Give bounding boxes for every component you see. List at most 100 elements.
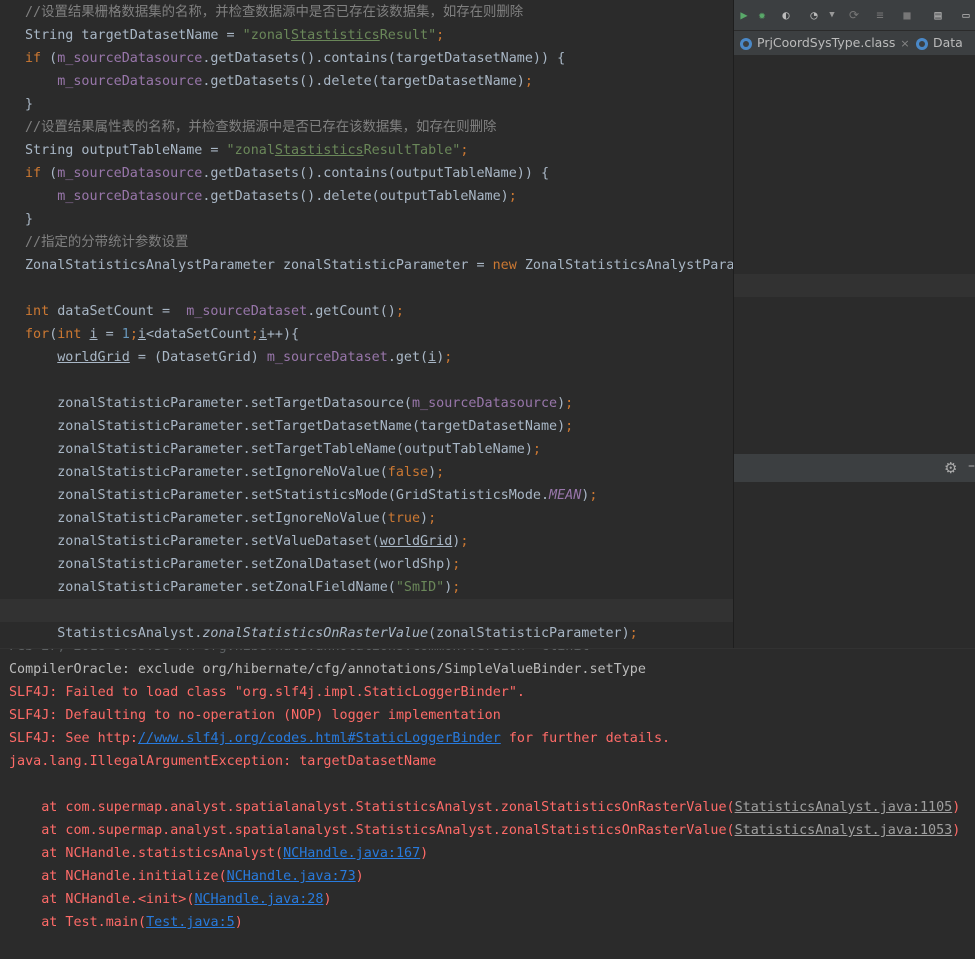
console-token[interactable]: NCHandle.java:28	[194, 892, 323, 907]
close-icon[interactable]: ×	[900, 37, 909, 50]
code-token: Result"	[379, 28, 437, 43]
code-token: ;	[436, 28, 445, 43]
code-token: "zonal	[226, 143, 275, 158]
code-token: ;	[428, 511, 437, 526]
console-token: at com.supermap.analyst.spatialanalyst.S…	[9, 823, 735, 838]
console-token[interactable]: StatisticsAnalyst.java:1053	[735, 823, 953, 838]
code-token: if	[25, 51, 42, 66]
console-token: at NCHandle.statisticsAnalyst(	[9, 846, 284, 861]
code-token: int	[25, 304, 50, 319]
code-token: String targetDatasetName =	[25, 28, 243, 43]
code-token: .getDatasets().contains(targetDatasetNam…	[202, 51, 566, 66]
code-line: StatisticsAnalyst.zonalStatisticsOnRaste…	[25, 622, 637, 645]
console-token[interactable]: StatisticsAnalyst.java:1105	[735, 800, 953, 815]
code-line: zonalStatisticParameter.setIgnoreNoValue…	[25, 461, 444, 484]
code-token: int	[57, 327, 82, 342]
code-token: MEAN	[549, 488, 582, 503]
code-line: zonalStatisticParameter.setZonalFieldNam…	[25, 576, 460, 599]
code-token: zonalStatisticParameter.setIgnoreNoValue…	[25, 511, 388, 526]
minimize-icon[interactable]: –	[968, 458, 975, 474]
code-token: (	[41, 166, 58, 181]
code-line: m_sourceDatasource.getDatasets().delete(…	[25, 185, 517, 208]
code-token: zonalStatisticParameter.setTargetDataset…	[25, 419, 566, 434]
code-token: StatisticsAnalyst.	[25, 626, 203, 641]
code-token: ;	[250, 327, 259, 342]
code-token: }	[25, 97, 34, 112]
rerun-icon[interactable]: ⟳	[846, 7, 862, 23]
console-line: at com.supermap.analyst.spatialanalyst.S…	[9, 796, 960, 819]
code-token: zonalStatisticParameter.setValueDataset(	[25, 534, 380, 549]
chevron-down-icon[interactable]: ▼	[824, 7, 840, 23]
code-line: if (m_sourceDatasource.getDatasets().con…	[25, 162, 549, 185]
tab-label: PrjCoordSysType.class	[757, 35, 896, 50]
console-line: java.lang.IllegalArgumentException: targ…	[9, 750, 436, 773]
editor-tabbar: PrjCoordSysType.class × Data	[734, 31, 975, 56]
console-token: SLF4J: Failed to load class "org.slf4j.i…	[9, 685, 525, 700]
code-token: )	[557, 396, 566, 411]
code-line: //设置结果属性表的名称，并检查数据源中是否已存在该数据集，如存在则删除	[25, 116, 496, 139]
coverage-icon[interactable]: ◐	[778, 7, 794, 23]
code-line: zonalStatisticParameter.setStatisticsMod…	[25, 484, 597, 507]
tab-label: Data	[933, 35, 963, 50]
code-token: ;	[460, 534, 469, 549]
code-token: ;	[452, 557, 461, 572]
code-token: )	[428, 465, 437, 480]
code-token: zonalStatisticParameter.setZonalFieldNam…	[25, 580, 396, 595]
console-token[interactable]: NCHandle.java:167	[283, 846, 420, 861]
console-token: SLF4J: See http:	[9, 731, 138, 746]
code-token: //设置结果属性表的名称，并检查数据源中是否已存在该数据集，如存在则删除	[25, 120, 497, 135]
step-icon[interactable]: ≡	[872, 7, 888, 23]
code-token: 1	[121, 327, 130, 342]
tab-prjcoordsystype[interactable]: PrjCoordSysType.class ×	[740, 31, 910, 55]
console-token[interactable]: NCHandle.java:73	[227, 869, 356, 884]
code-token: i	[258, 327, 267, 342]
code-editor[interactable]: //设置结果栅格数据集的名称，并检查数据源中是否已存在该数据集，如存在则删除 St…	[0, 0, 733, 648]
code-line: }	[25, 93, 33, 116]
code-token: .getDatasets().delete(targetDatasetName)	[202, 74, 525, 89]
stop-icon[interactable]: ■	[899, 7, 915, 23]
console-token: )	[952, 800, 961, 815]
code-token: if	[25, 166, 42, 181]
debug-icon[interactable]: ✹	[754, 7, 770, 23]
code-token: zonalStatisticParameter.setTargetTableNa…	[25, 442, 533, 457]
code-line: zonalStatisticParameter.setTargetDataset…	[25, 415, 573, 438]
code-token: ;	[444, 350, 453, 365]
code-token: "zonal	[242, 28, 292, 43]
tab-data[interactable]: Data	[916, 31, 963, 55]
gear-icon[interactable]: ⚙	[944, 459, 957, 477]
console-token[interactable]: //www.slf4j.org/codes.html#StaticLoggerB…	[138, 731, 501, 746]
code-token: false	[387, 465, 429, 480]
run-icon[interactable]: ▶	[736, 7, 752, 23]
console-line: Feb 27, 2018 5:09:38 PM org.hibernate.an…	[9, 649, 598, 658]
project-structure-icon[interactable]: ▤	[930, 7, 946, 23]
profile-icon[interactable]: ◔	[806, 7, 822, 23]
console-token: )	[234, 915, 243, 930]
code-line: zonalStatisticParameter.setIgnoreNoValue…	[25, 507, 436, 530]
code-token: ;	[129, 327, 138, 342]
code-line: m_sourceDatasource.getDatasets().delete(…	[25, 70, 533, 93]
code-line: }	[25, 208, 33, 231]
current-line-highlight	[0, 599, 733, 622]
code-token: ;	[460, 143, 469, 158]
code-token: .getDatasets().contains(outputTableName)…	[202, 166, 550, 181]
code-token: ;	[532, 442, 541, 457]
code-token: String outputTableName =	[25, 143, 227, 158]
console-token: java.lang.IllegalArgumentException: targ…	[9, 754, 437, 769]
code-line: zonalStatisticParameter.setTargetDatasou…	[25, 392, 573, 415]
run-console[interactable]: Feb 27, 2018 5:09:38 PM org.hibernate.an…	[0, 648, 975, 959]
console-line: at Test.main(Test.java:5)	[9, 911, 243, 934]
code-token: .getCount()	[307, 304, 396, 319]
code-token: zonalStatisticParameter.setZonalDataset(…	[25, 557, 453, 572]
console-line: SLF4J: Failed to load class "org.slf4j.i…	[9, 681, 525, 704]
console-token[interactable]: Test.java:5	[146, 915, 235, 930]
console-line: at com.supermap.analyst.spatialanalyst.S…	[9, 819, 960, 842]
console-token: at Test.main(	[9, 915, 147, 930]
terminal-icon[interactable]: ▭	[958, 7, 974, 23]
code-token: zonalStatisticsOnRasterValue	[202, 626, 429, 641]
code-line: //设置结果栅格数据集的名称，并检查数据源中是否已存在该数据集，如存在则删除	[25, 1, 523, 24]
line-highlight-strip	[734, 274, 975, 297]
code-token: i	[137, 327, 146, 342]
code-token: m_sourceDatasource	[57, 51, 203, 66]
code-token: ResultTable"	[363, 143, 461, 158]
